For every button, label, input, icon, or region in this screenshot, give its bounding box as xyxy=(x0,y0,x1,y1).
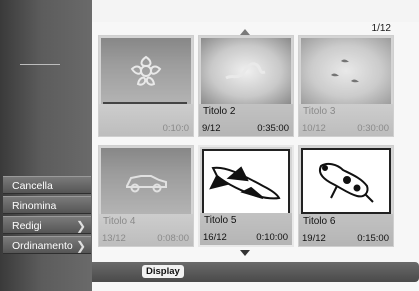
bottom-bar: Display xyxy=(92,262,419,282)
thumbnail-title: Titolo 5 xyxy=(204,215,237,226)
thumbnail-info: Titolo 5 16/12 0:10:00 xyxy=(200,213,292,245)
birds-icon xyxy=(301,38,391,104)
display-button[interactable]: Display xyxy=(142,265,184,278)
menu-item-label: Rinomina xyxy=(12,200,57,212)
thumbnail-date: 16/12 xyxy=(203,232,227,243)
dog-icon xyxy=(301,148,391,214)
thumbnail-duration: 0:10:0 xyxy=(162,123,189,134)
flower-icon xyxy=(101,38,191,104)
thumbnail-duration: 0:10:00 xyxy=(256,232,288,243)
car-icon xyxy=(101,148,191,214)
page-counter: 1/12 xyxy=(371,23,391,34)
thumbnail-date: 13/12 xyxy=(102,233,126,244)
thumbnail-title-5[interactable]: Titolo 5 16/12 0:10:00 xyxy=(198,145,294,247)
chevron-right-icon: ❯ xyxy=(75,239,86,253)
scroll-down-arrow-icon[interactable] xyxy=(240,250,250,256)
context-menu: Cancella Rinomina Redigi ❯ Ordinamento ❯ xyxy=(3,176,91,256)
thumbnail-title-2[interactable]: Titolo 2 9/12 0:35:00 xyxy=(198,35,294,137)
thumbnail-title: Titolo 6 xyxy=(303,216,336,227)
thumbnail-title-1[interactable]: 0:10:0 xyxy=(98,35,194,137)
top-band xyxy=(92,0,419,22)
space-shuttle-icon xyxy=(202,149,290,215)
chevron-right-icon: ❯ xyxy=(75,219,86,233)
thumbnail-title-6[interactable]: Titolo 6 19/12 0:15:00 xyxy=(298,145,394,247)
menu-item-label: Ordinamento xyxy=(12,240,73,252)
thumbnail-title: Titolo 4 xyxy=(103,216,136,227)
thumbnail-info: Titolo 4 13/12 0:08:00 xyxy=(99,214,193,246)
thumbnail-info: Titolo 6 19/12 0:15:00 xyxy=(299,214,393,246)
menu-item-cancella[interactable]: Cancella xyxy=(3,176,91,194)
menu-item-label: Redigi xyxy=(12,220,42,232)
sidebar-divider xyxy=(20,64,60,65)
thumbnail-info: 0:10:0 xyxy=(99,104,193,136)
squiggle-icon xyxy=(201,38,291,104)
menu-item-ordinamento[interactable]: Ordinamento ❯ xyxy=(3,236,91,254)
thumbnail-info: Titolo 3 10/12 0:30:00 xyxy=(299,104,393,136)
sidebar: Cancella Rinomina Redigi ❯ Ordinamento ❯ xyxy=(0,0,92,291)
thumbnail-duration: 0:08:00 xyxy=(157,233,189,244)
thumbnail-title-4[interactable]: Titolo 4 13/12 0:08:00 xyxy=(98,145,194,247)
thumbnail-duration: 0:15:00 xyxy=(357,233,389,244)
menu-item-label: Cancella xyxy=(12,180,53,192)
thumbnail-info: Titolo 2 9/12 0:35:00 xyxy=(199,104,293,136)
thumbnail-title: Titolo 3 xyxy=(303,106,336,117)
thumbnail-duration: 0:30:00 xyxy=(357,123,389,134)
title-list-screen: Cancella Rinomina Redigi ❯ Ordinamento ❯… xyxy=(0,0,419,291)
menu-item-redigi[interactable]: Redigi ❯ xyxy=(3,216,91,234)
thumbnail-title-3[interactable]: Titolo 3 10/12 0:30:00 xyxy=(298,35,394,137)
thumbnail-duration: 0:35:00 xyxy=(257,123,289,134)
menu-item-rinomina[interactable]: Rinomina xyxy=(3,196,91,214)
thumbnail-date: 10/12 xyxy=(302,123,326,134)
thumbnail-date: 9/12 xyxy=(202,123,221,134)
thumbnail-title: Titolo 2 xyxy=(203,106,236,117)
thumbnail-date: 19/12 xyxy=(302,233,326,244)
